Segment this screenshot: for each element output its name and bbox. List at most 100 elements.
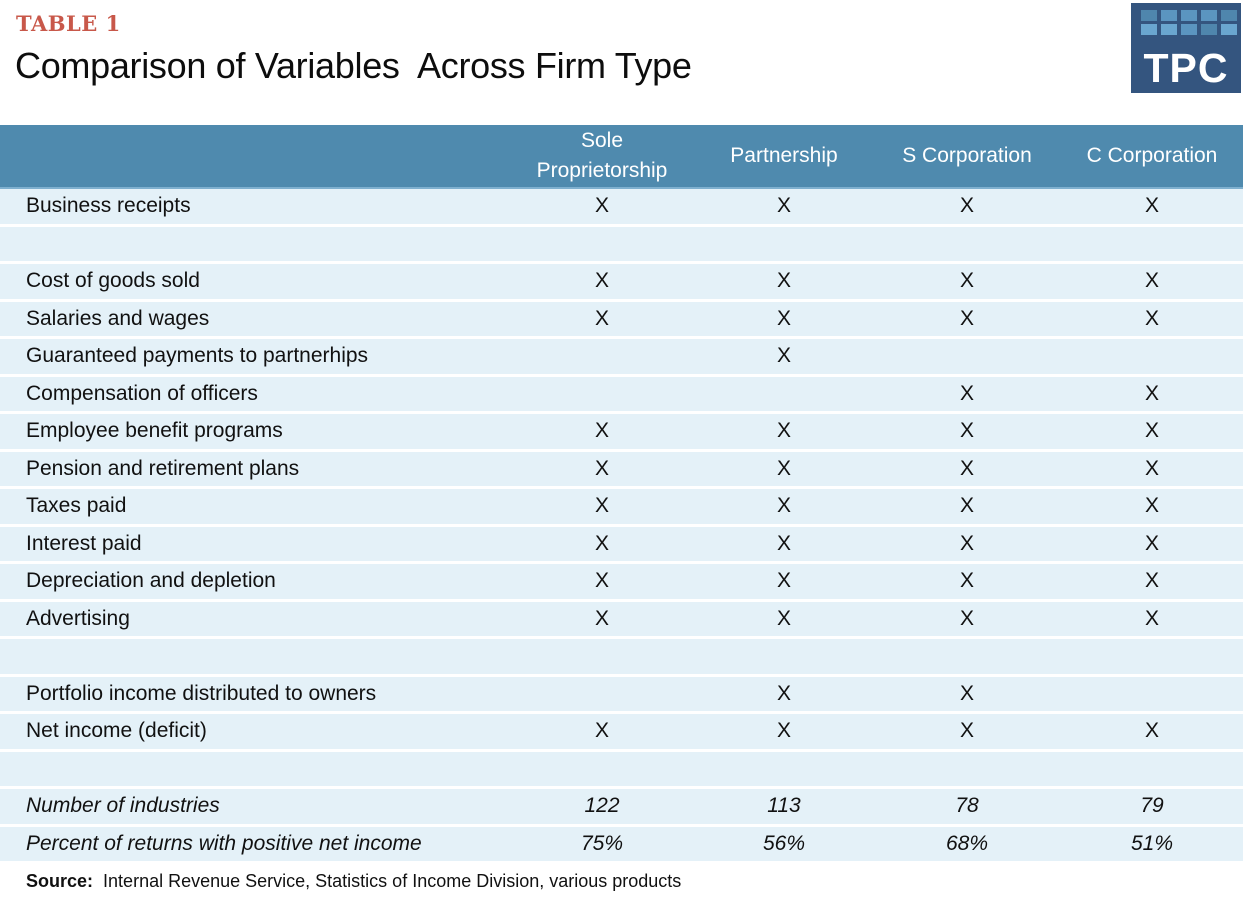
logo-square	[1201, 24, 1217, 35]
table-cell: X	[1144, 456, 1160, 480]
row-label: Cost of goods sold	[26, 269, 200, 292]
table-cell: X	[594, 306, 610, 330]
table-row: Interest paid X X X X	[0, 526, 1243, 561]
table-row: Portfolio income distributed to owners X X	[0, 676, 1243, 711]
row-label: Percent of returns with positive net inc…	[26, 831, 422, 855]
table-cell: X	[776, 419, 792, 442]
table-cell: X	[594, 419, 610, 442]
table-spacer-row	[0, 226, 1243, 261]
table-cell: X	[776, 194, 792, 217]
table-cell: X	[594, 569, 610, 592]
table-cell: X	[1144, 569, 1160, 592]
table-cell: X	[959, 456, 975, 480]
table-number-label: TABLE 1	[16, 11, 121, 36]
row-label: Business receipts	[26, 194, 191, 217]
table-row: Compensation of officers X X	[0, 376, 1243, 411]
logo-square	[1221, 24, 1237, 35]
row-label: Portfolio income distributed to owners	[26, 681, 377, 705]
table-cell: X	[594, 194, 610, 217]
row-label: Number of industries	[26, 794, 220, 817]
table-cell: X	[776, 494, 792, 517]
table-cell: X	[594, 719, 610, 742]
table-row: Pension and retirement plans X X X X	[0, 451, 1243, 486]
page-title: Comparison of Variables Across Firm Type	[15, 45, 692, 86]
table-cell: X	[959, 531, 975, 555]
table-cell: X	[959, 194, 975, 217]
source-note: Source: Internal Revenue Service, Statis…	[26, 871, 681, 892]
table-row: Salaries and wages X X X X	[0, 301, 1243, 336]
table-cell: X	[1144, 419, 1160, 442]
table-cell: X	[959, 569, 975, 592]
logo-square	[1221, 10, 1237, 21]
tpc-logo: TPC	[1131, 3, 1241, 93]
table-cell: X	[1144, 306, 1160, 330]
column-header: Partnership	[730, 144, 838, 167]
table-cell: X	[776, 344, 792, 367]
table-row: Number of industries 122 113 78 79	[0, 789, 1243, 824]
table-row: Net income (deficit) X X X X	[0, 714, 1243, 749]
row-label: Guaranteed payments to partnerhips	[26, 344, 369, 367]
table-cell: X	[959, 306, 975, 330]
table-header-row: Sole Proprietorship Partnership S Corporat…	[0, 125, 1243, 189]
column-header: S Corporation	[902, 144, 1032, 167]
table-cell: X	[1144, 194, 1160, 217]
table-spacer-row	[0, 751, 1243, 786]
table-cell: X	[959, 269, 975, 292]
logo-square	[1181, 10, 1197, 21]
table-cell: X	[776, 456, 792, 480]
table-row: Percent of returns with positive net inc…	[0, 826, 1243, 861]
table-cell: X	[1144, 381, 1160, 405]
table-row: Employee benefit programs X X X X	[0, 414, 1243, 449]
row-label: Net income (deficit)	[26, 719, 207, 742]
logo-grid-icon	[1141, 10, 1237, 35]
table-cell: X	[776, 269, 792, 292]
column-header: C Corporation	[1086, 144, 1218, 167]
table-cell: X	[959, 381, 975, 405]
table-cell: X	[776, 719, 792, 742]
row-label: Employee benefit programs	[26, 419, 283, 442]
table-spacer-row	[0, 639, 1243, 674]
column-header: Sole Proprietorship	[536, 129, 668, 182]
table-cell: X	[1144, 531, 1160, 555]
row-label: Interest paid	[26, 531, 142, 555]
logo-square	[1201, 10, 1217, 21]
logo-square	[1161, 10, 1177, 21]
table-cell: X	[1144, 269, 1160, 292]
table-cell: X	[1144, 606, 1160, 630]
row-label: Advertising	[26, 606, 130, 630]
table-row: Cost of goods sold X X X X	[0, 264, 1243, 299]
logo-square	[1141, 24, 1157, 35]
row-label: Pension and retirement plans	[26, 456, 300, 480]
table-cell: X	[776, 569, 792, 592]
row-label: Taxes paid	[26, 494, 127, 517]
logo-square	[1181, 24, 1197, 35]
table-cell: X	[1144, 719, 1160, 742]
table-cell: X	[594, 456, 610, 480]
table-cell: X	[959, 494, 975, 517]
table-row: Advertising X X X X	[0, 601, 1243, 636]
logo-square	[1161, 24, 1177, 35]
table-cell: X	[959, 719, 975, 742]
table-row: Business receipts X X X X	[0, 189, 1243, 224]
row-label: Compensation of officers	[26, 381, 258, 405]
comparison-table: Sole Proprietorship Partnership S Corporat…	[0, 125, 1243, 861]
table-cell: X	[594, 606, 610, 630]
row-label: Depreciation and depletion	[26, 569, 276, 592]
table-cell: 78	[955, 794, 979, 817]
table-cell: 79	[1140, 794, 1164, 817]
table-cell: X	[594, 269, 610, 292]
table-cell: 113	[767, 794, 801, 817]
table-row: Taxes paid X X X X	[0, 489, 1243, 524]
table-cell: X	[1144, 494, 1160, 517]
logo-square	[1141, 10, 1157, 21]
table-cell: X	[959, 681, 975, 705]
row-label: Salaries and wages	[26, 306, 210, 330]
table-cell: X	[594, 531, 610, 555]
table-cell: 68%	[945, 831, 989, 855]
logo-text: TPC	[1143, 45, 1229, 91]
source-label: Source:	[26, 871, 94, 891]
table-cell: X	[594, 494, 610, 517]
table-cell: X	[776, 606, 792, 630]
table-row: Depreciation and depletion X X X X	[0, 564, 1243, 599]
table-cell: X	[776, 531, 792, 555]
